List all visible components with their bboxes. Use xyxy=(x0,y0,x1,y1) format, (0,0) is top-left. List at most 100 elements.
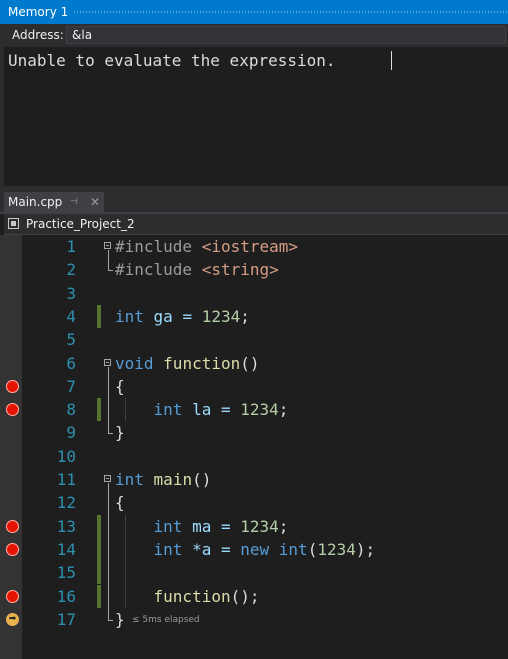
memory-window-title-bar[interactable]: Memory 1 xyxy=(0,0,508,24)
code-token: () xyxy=(240,353,260,373)
code-text: function(); xyxy=(115,585,260,608)
code-line[interactable]: 11 int main() xyxy=(0,468,508,491)
line-number: 7 xyxy=(66,376,76,396)
change-indicator xyxy=(97,514,101,538)
code-line[interactable]: 8 int la = 1234; xyxy=(0,398,508,422)
fold-toggle-icon[interactable] xyxy=(104,475,111,482)
code-text: int ga = 1234; xyxy=(115,305,250,328)
code-token: } xyxy=(115,423,125,443)
code-token: { xyxy=(115,376,125,396)
code-token: #include xyxy=(115,237,202,256)
code-token: (); xyxy=(230,586,260,606)
memory-content[interactable]: Unable to evaluate the expression. xyxy=(4,47,508,186)
code-line[interactable]: 17} xyxy=(0,608,508,631)
code-token: 1234 xyxy=(240,400,279,420)
fold-region-line xyxy=(108,250,109,271)
line-number: 10 xyxy=(56,446,76,466)
line-number: 1 xyxy=(66,237,76,256)
fold-region-end xyxy=(108,270,113,272)
address-input[interactable] xyxy=(66,26,506,44)
code-text: } xyxy=(115,421,125,444)
code-text: int ma = 1234; xyxy=(115,515,289,538)
code-line[interactable]: 3 xyxy=(0,282,508,305)
project-navigation-bar[interactable]: Practice_Project_2 xyxy=(4,214,508,235)
code-text: #include <string> xyxy=(115,258,279,281)
code-token: ); xyxy=(355,539,376,559)
indent-guide xyxy=(125,398,126,422)
fold-toggle-icon[interactable] xyxy=(104,358,111,366)
change-indicator xyxy=(97,304,101,329)
code-token: 1234 xyxy=(201,306,241,326)
code-token: () xyxy=(192,470,212,489)
code-token: function xyxy=(153,586,231,606)
code-text: int *a = new int(1234); xyxy=(115,538,376,561)
fold-region-end xyxy=(108,619,113,621)
line-number: 13 xyxy=(56,516,76,536)
line-number: 3 xyxy=(66,283,76,303)
code-token: new xyxy=(240,539,270,559)
address-label: Address: xyxy=(12,28,64,42)
code-text: int main() xyxy=(115,468,211,491)
perf-tip[interactable]: ≤ 5ms elapsed xyxy=(132,615,200,625)
code-token: <string> xyxy=(201,260,279,280)
line-number: 12 xyxy=(56,493,76,513)
change-indicator xyxy=(97,537,101,562)
code-editor[interactable]: ➡ 1 #include <iostream> 2 #include <string>… xyxy=(0,235,508,659)
code-line[interactable]: 9} xyxy=(0,421,508,444)
code-text: { xyxy=(115,491,125,514)
code-token: int xyxy=(153,400,183,420)
line-number: 16 xyxy=(56,586,76,606)
code-text: { xyxy=(115,375,125,398)
line-number: 6 xyxy=(66,353,76,373)
code-line[interactable]: 6 void function() xyxy=(0,352,508,375)
code-line[interactable]: 10 xyxy=(0,445,508,468)
close-icon[interactable]: ✕ xyxy=(90,192,100,212)
code-line[interactable]: 13 int ma = 1234; xyxy=(0,514,508,538)
document-tab-strip: Main.cpp ⊣ ✕ xyxy=(0,192,508,212)
title-bar-grip xyxy=(74,11,508,13)
code-line[interactable]: 4 int ga = 1234; xyxy=(0,304,508,329)
line-number: 4 xyxy=(66,306,76,326)
tab-main-cpp[interactable]: Main.cpp ⊣ ✕ xyxy=(4,192,104,212)
code-token: ma = xyxy=(182,516,241,536)
address-bar: Address: xyxy=(0,24,508,47)
code-token: 1234 xyxy=(317,539,356,559)
code-line[interactable]: 7{ xyxy=(0,375,508,398)
code-token: int xyxy=(278,539,308,559)
line-number: 9 xyxy=(66,423,76,443)
fold-region-line xyxy=(108,366,109,434)
code-line[interactable]: 16 function(); xyxy=(0,584,508,608)
line-number: 2 xyxy=(66,260,76,280)
code-line[interactable]: 15 xyxy=(0,561,508,585)
project-icon xyxy=(8,218,19,229)
code-line[interactable]: 12 { xyxy=(0,491,508,514)
code-text: int la = 1234; xyxy=(115,398,289,421)
code-token: *a = xyxy=(182,539,241,559)
code-token: int xyxy=(153,516,183,536)
code-line[interactable]: 5 xyxy=(0,328,508,351)
code-token: main xyxy=(153,470,193,489)
code-token: void xyxy=(115,353,154,373)
fold-region-line xyxy=(108,483,109,620)
project-dropdown-label: Practice_Project_2 xyxy=(26,217,135,231)
code-token: ga = xyxy=(143,306,202,326)
memory-window-title: Memory 1 xyxy=(8,5,69,19)
change-indicator xyxy=(97,561,101,585)
code-line[interactable]: 14 int *a = new int(1234); xyxy=(0,537,508,562)
text-caret xyxy=(391,51,392,70)
code-token: <iostream> xyxy=(201,237,299,256)
code-line[interactable]: 1 #include <iostream> xyxy=(0,235,508,258)
code-line[interactable]: 2 #include <string> xyxy=(0,258,508,281)
pin-icon[interactable]: ⊣ xyxy=(70,192,78,212)
line-number: 15 xyxy=(56,563,76,583)
fold-toggle-icon[interactable] xyxy=(104,242,111,249)
line-number: 5 xyxy=(66,330,76,350)
code-token: ; xyxy=(240,306,250,326)
code-token: la = xyxy=(182,400,241,420)
